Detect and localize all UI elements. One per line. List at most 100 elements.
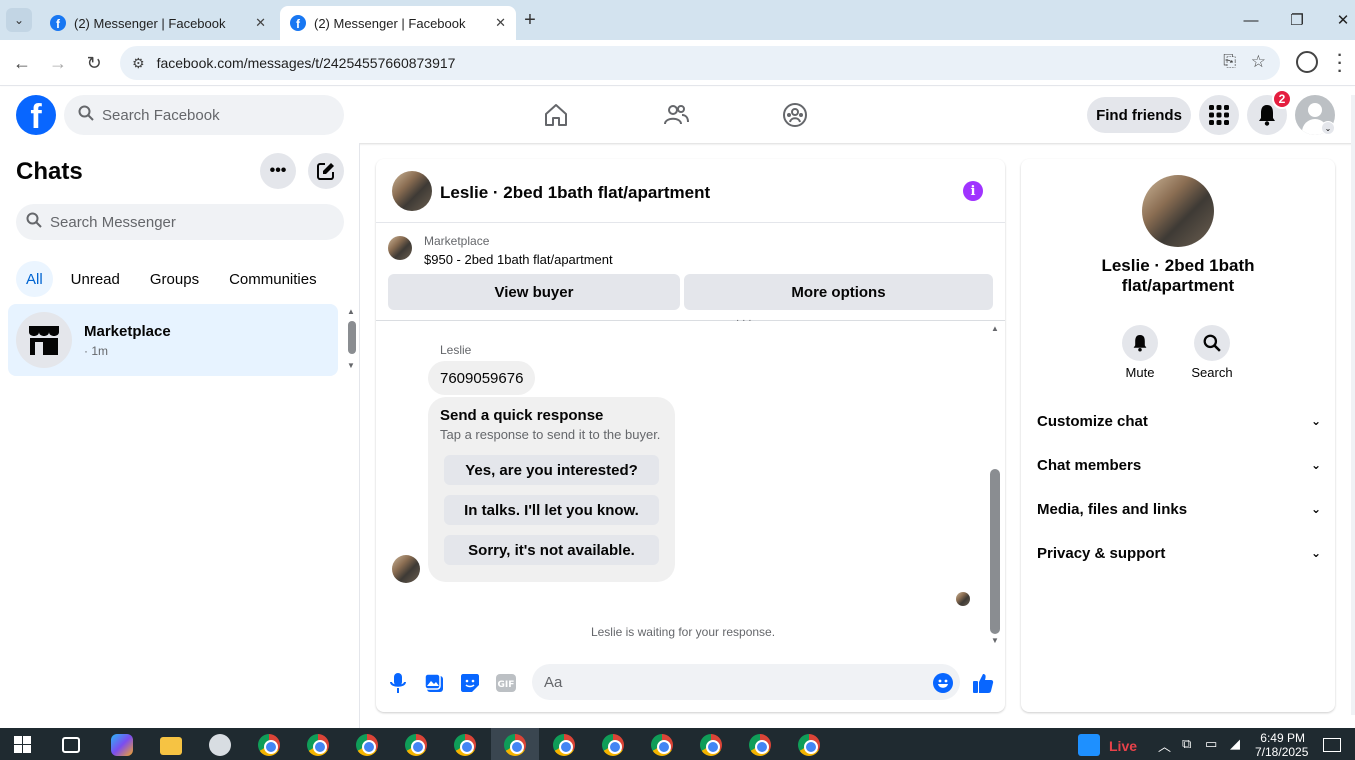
filter-communities[interactable]: Communities — [217, 261, 329, 297]
notification-center-icon[interactable] — [1323, 738, 1341, 752]
listing-thumbnail[interactable] — [388, 236, 412, 260]
page-scrollbar[interactable] — [1351, 95, 1355, 715]
live-label[interactable]: Live — [1109, 738, 1137, 754]
more-options-button[interactable]: More options — [684, 274, 993, 310]
profile-avatar[interactable] — [1142, 175, 1214, 247]
quick-response-button[interactable]: Yes, are you interested? — [444, 455, 659, 485]
close-tab-icon[interactable]: ✕ — [495, 15, 506, 31]
file-explorer-icon[interactable] — [160, 737, 182, 755]
facebook-logo-icon[interactable]: f — [16, 95, 56, 135]
chrome-profile-icon[interactable] — [405, 734, 427, 756]
media-files-links-row[interactable]: Media, files and links ⌄ — [1037, 489, 1321, 529]
chrome-profile-icon[interactable] — [700, 734, 722, 756]
gif-icon[interactable]: GIF — [494, 671, 518, 695]
new-message-button[interactable] — [308, 153, 344, 189]
weather-icon[interactable] — [1078, 734, 1100, 756]
chrome-profile-icon[interactable] — [651, 734, 673, 756]
chat-list-scrollbar[interactable] — [348, 321, 356, 354]
filter-unread[interactable]: Unread — [59, 261, 132, 297]
microphone-icon[interactable] — [386, 671, 410, 695]
chat-members-row[interactable]: Chat members ⌄ — [1037, 445, 1321, 485]
listing-title[interactable]: $950 - 2bed 1bath flat/apartment — [424, 252, 613, 267]
chrome-profile-icon[interactable] — [602, 734, 624, 756]
conversation-avatar[interactable] — [392, 171, 432, 211]
browser-tab-1[interactable]: f (2) Messenger | Facebook ✕ — [40, 6, 276, 40]
app-icon[interactable] — [209, 734, 231, 756]
menu-grid-button[interactable] — [1199, 95, 1239, 135]
tab-search-button[interactable]: ⌄ — [6, 8, 32, 32]
privacy-support-row[interactable]: Privacy & support ⌄ — [1037, 533, 1321, 573]
find-friends-button[interactable]: Find friends — [1087, 97, 1191, 133]
facebook-search-input[interactable]: Search Facebook — [64, 95, 344, 135]
view-buyer-button[interactable]: View buyer — [388, 274, 680, 310]
chats-title: Chats — [16, 158, 83, 185]
copilot-icon[interactable] — [111, 734, 133, 756]
chrome-profile-icon[interactable] — [798, 734, 820, 756]
emoji-icon[interactable] — [931, 671, 955, 695]
filter-all[interactable]: All — [16, 261, 53, 297]
chrome-profile-icon[interactable] — [307, 734, 329, 756]
wifi-icon[interactable]: ◢ — [1230, 736, 1240, 752]
forward-button[interactable]: → — [45, 50, 71, 76]
sticker-icon[interactable] — [458, 671, 482, 695]
home-nav-icon[interactable] — [540, 99, 572, 131]
chat-list-item[interactable]: Marketplace · 1m — [8, 304, 338, 376]
mute-action[interactable]: Mute — [1110, 325, 1170, 380]
scroll-up-arrow[interactable]: ▲ — [991, 324, 999, 333]
site-info-icon[interactable]: ⚙ — [132, 55, 145, 72]
chevron-down-icon: ⌄ — [1310, 546, 1321, 560]
chrome-profile-icon[interactable] — [553, 734, 575, 756]
quick-response-button[interactable]: Sorry, it's not available. — [444, 535, 659, 565]
chats-sidebar: Chats ••• Search Messenger All Unread Gr… — [0, 143, 360, 728]
close-window-button[interactable]: ✕ — [1328, 8, 1355, 32]
filter-groups[interactable]: Groups — [138, 261, 211, 297]
scroll-down-arrow[interactable]: ▼ — [991, 636, 999, 645]
chrome-profile-icon[interactable] — [258, 734, 280, 756]
back-button[interactable]: ← — [9, 50, 35, 76]
friends-nav-icon[interactable] — [660, 99, 692, 131]
tray-chevron-icon[interactable]: ︿ — [1158, 736, 1171, 755]
browser-tab-2[interactable]: f (2) Messenger | Facebook ✕ — [280, 6, 516, 40]
browser-menu-icon[interactable]: · · · — [1336, 48, 1344, 80]
restore-button[interactable]: ❐ — [1282, 8, 1312, 32]
reload-button[interactable]: ↻ — [81, 50, 107, 76]
start-button[interactable] — [14, 736, 31, 753]
messenger-search-input[interactable]: Search Messenger — [16, 204, 344, 240]
section-label: Media, files and links — [1037, 500, 1188, 518]
address-bar[interactable]: ⚙ facebook.com/messages/t/24254557660873… — [120, 46, 1280, 80]
account-chevron-icon[interactable]: ⌄ — [1321, 121, 1335, 135]
task-view-icon[interactable] — [62, 737, 80, 753]
clock[interactable]: 6:49 PM 7/18/2025 — [1255, 731, 1308, 759]
install-app-icon[interactable]: ⎘ — [1223, 53, 1236, 71]
info-icon[interactable]: i — [963, 181, 983, 201]
battery-icon[interactable]: ▭ — [1205, 736, 1217, 752]
message-bubble[interactable]: 7609059676 — [428, 361, 536, 395]
groups-nav-icon[interactable] — [779, 99, 811, 131]
photo-attach-icon[interactable] — [422, 671, 446, 695]
new-tab-button[interactable]: + — [518, 8, 542, 32]
message-placeholder: Aa — [544, 673, 563, 691]
tray-app-icon[interactable]: ⧉ — [1182, 736, 1191, 752]
chrome-profile-icon[interactable] — [749, 734, 771, 756]
customize-chat-row[interactable]: Customize chat ⌄ — [1037, 401, 1321, 441]
chevron-down-icon: ⌄ — [1310, 458, 1321, 472]
scroll-down-arrow[interactable]: ▼ — [347, 361, 355, 370]
conversation-scrollbar[interactable] — [990, 469, 1000, 634]
message-input[interactable]: Aa — [532, 664, 960, 700]
browser-profile-icon[interactable] — [1296, 51, 1318, 73]
search-action[interactable]: Search — [1182, 325, 1242, 380]
minimize-button[interactable]: — — [1236, 8, 1266, 32]
sender-avatar[interactable] — [392, 555, 420, 583]
chats-options-button[interactable]: ••• — [260, 153, 296, 189]
close-tab-icon[interactable]: ✕ — [255, 15, 266, 31]
bookmark-star-icon[interactable]: ☆ — [1251, 52, 1266, 72]
conversation-title[interactable]: Leslie · 2bed 1bath flat/apartment — [440, 183, 710, 203]
chrome-profile-icon[interactable] — [504, 734, 526, 756]
quick-response-button[interactable]: In talks. I'll let you know. — [444, 495, 659, 525]
scroll-up-arrow[interactable]: ▲ — [347, 307, 355, 316]
search-icon — [1194, 325, 1230, 361]
quick-response-subtitle: Tap a response to send it to the buyer. — [440, 427, 661, 442]
thumbs-up-icon[interactable] — [971, 671, 995, 695]
chrome-profile-icon[interactable] — [454, 734, 476, 756]
chrome-profile-icon[interactable] — [356, 734, 378, 756]
